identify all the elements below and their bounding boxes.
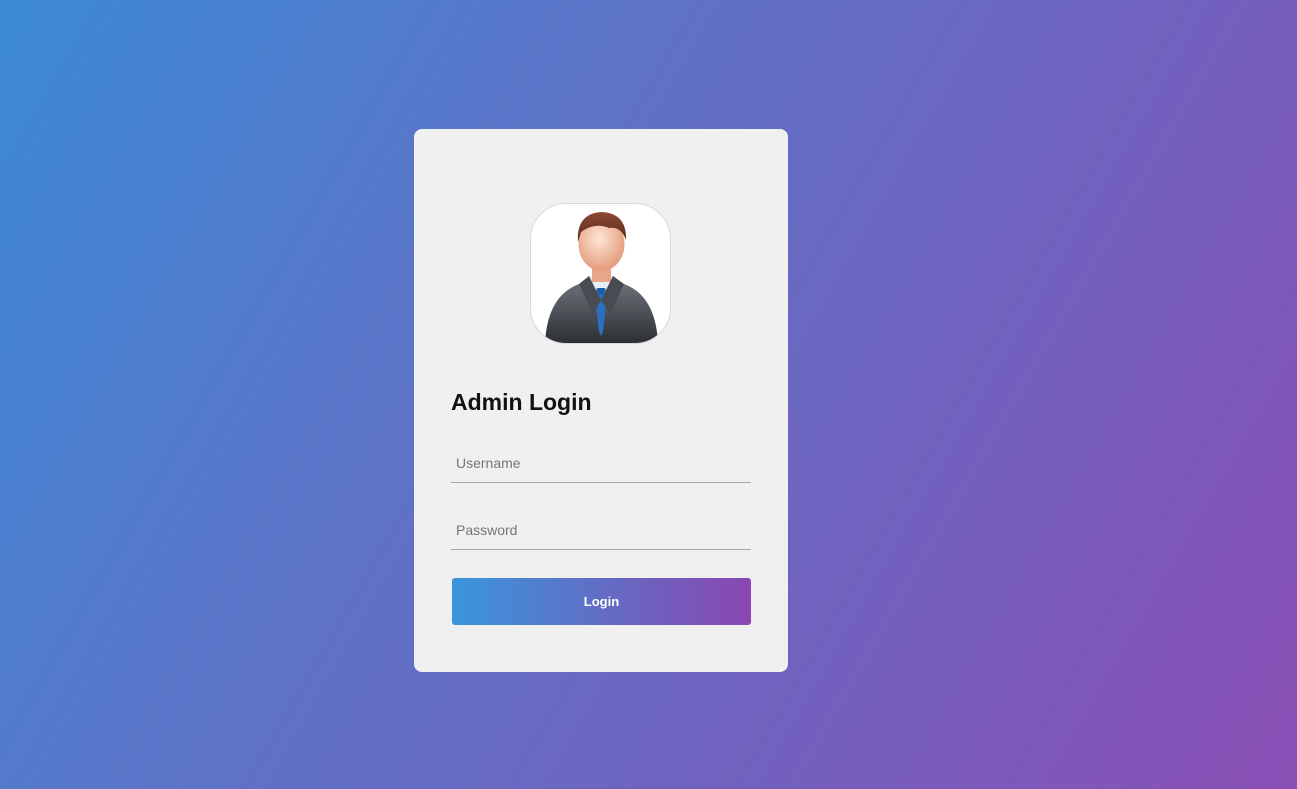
login-button[interactable]: Login [452,578,751,625]
login-card: Admin Login Login [414,129,788,672]
password-input[interactable] [451,510,751,550]
page-title: Admin Login [451,389,592,415]
user-avatar-icon [530,203,671,344]
username-input[interactable] [451,443,751,483]
